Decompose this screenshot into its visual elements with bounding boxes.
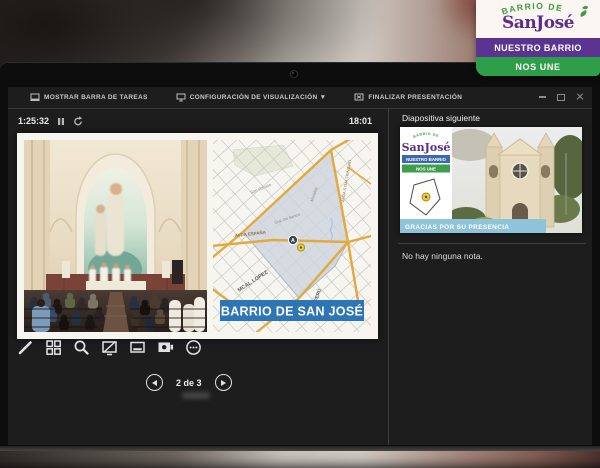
congregation <box>24 290 207 332</box>
pen-icon <box>17 339 34 356</box>
more-options-button[interactable] <box>184 338 203 357</box>
leaf-icon <box>582 6 588 10</box>
subtitles-icon <box>129 339 146 356</box>
notes-divider <box>398 243 586 244</box>
next-slide-button[interactable] <box>215 374 232 391</box>
next-arrow-icon <box>221 380 226 386</box>
restart-icon[interactable] <box>73 116 83 126</box>
display-settings-label: CONFIGURACIÓN DE VISUALIZACIÓN ▼ <box>190 94 327 101</box>
logo-bar-secondary: NOS UNE <box>476 57 600 76</box>
restore-icon[interactable] <box>557 94 565 101</box>
laptop-edge <box>0 446 600 451</box>
notes-text: No hay ninguna nota. <box>402 251 483 261</box>
map-banner-text: BARRIO DE SAN JOSÉ <box>221 304 363 319</box>
show-taskbar-button[interactable]: MOSTRAR BARRA DE TAREAS <box>30 93 148 102</box>
panel-divider <box>388 109 389 445</box>
thumb-footer: GRACIAS POR SU PRESENCIA <box>400 219 546 233</box>
end-presentation-label: FINALIZAR PRESENTACIÓN <box>368 94 462 101</box>
window-controls <box>539 93 584 101</box>
clock: 18:01 <box>349 116 372 126</box>
church-interior-photo <box>24 140 207 332</box>
barrio-map: San Ramón Morales Gral. De Santos AVDA E… <box>213 140 371 332</box>
presenter-view-screen: MOSTRAR BARRA DE TAREAS CONFIGURACIÓN DE… <box>8 87 592 445</box>
webcam-dot <box>290 70 298 78</box>
annotation-toolbar <box>16 338 203 357</box>
black-screen-icon <box>101 339 118 356</box>
logo-bar-primary: NUESTRO BARRIO <box>476 38 600 57</box>
taskbar-icon <box>30 93 40 102</box>
barrio-san-jose-logo: BARRIO DE SanJosé NUESTRO BARRIO NOS UNE <box>476 0 600 76</box>
camera-icon <box>157 339 174 356</box>
pause-icon[interactable] <box>57 117 65 126</box>
black-screen-button[interactable] <box>100 338 119 357</box>
camera-button[interactable] <box>156 338 175 357</box>
pen-button[interactable] <box>16 338 35 357</box>
more-options-icon <box>185 339 202 356</box>
display-settings-icon <box>176 93 186 102</box>
previous-slide-button[interactable] <box>146 374 163 391</box>
current-slide[interactable]: San Ramón Morales Gral. De Santos AVDA E… <box>17 133 378 339</box>
show-taskbar-label: MOSTRAR BARRA DE TAREAS <box>44 94 148 101</box>
thumb-bar1: NUESTRO BARRIO <box>406 157 447 162</box>
slide-navigation: 2 de 3 <box>146 374 232 391</box>
slide-position: 2 de 3 <box>176 378 202 388</box>
screen-reflection <box>182 392 210 399</box>
thumb-bar2: NOS UNE <box>416 167 436 172</box>
elapsed-time: 1:25:32 <box>18 116 49 126</box>
see-all-slides-button[interactable] <box>44 338 63 357</box>
minimize-icon[interactable] <box>539 96 546 98</box>
previous-arrow-icon <box>152 380 157 386</box>
church-exterior-photo <box>444 127 582 233</box>
presenter-toolbar: MOSTRAR BARRA DE TAREAS CONFIGURACIÓN DE… <box>8 87 592 109</box>
next-slide-header: Diapositiva siguiente <box>402 113 480 123</box>
end-presentation-button[interactable]: FINALIZAR PRESENTACIÓN <box>354 93 462 102</box>
display-settings-button[interactable]: CONFIGURACIÓN DE VISUALIZACIÓN ▼ <box>176 93 327 102</box>
zoom-button[interactable] <box>72 338 91 357</box>
end-presentation-icon <box>354 93 364 102</box>
logo-top: BARRIO DE SanJosé <box>476 0 600 38</box>
laptop: MOSTRAR BARRA DE TAREAS CONFIGURACIÓN DE… <box>0 62 600 451</box>
zoom-icon <box>73 339 90 356</box>
timer-row: 1:25:32 <box>18 116 83 126</box>
see-all-slides-icon <box>45 339 62 356</box>
subtitles-button[interactable] <box>128 338 147 357</box>
next-slide-thumbnail[interactable]: BARRIO DE SanJosé NUESTRO BARRIO NOS UNE… <box>400 127 582 233</box>
thumb-brand: SanJosé <box>402 141 451 154</box>
next-slide-preview: BARRIO DE SanJosé NUESTRO BARRIO NOS UNE… <box>400 127 582 233</box>
thumb-footer-text: GRACIAS POR SU PRESENCIA <box>405 224 509 231</box>
close-icon[interactable] <box>576 93 584 101</box>
map-title-banner: BARRIO DE SAN JOSÉ <box>220 300 364 321</box>
marker-a-label: A <box>291 238 295 244</box>
